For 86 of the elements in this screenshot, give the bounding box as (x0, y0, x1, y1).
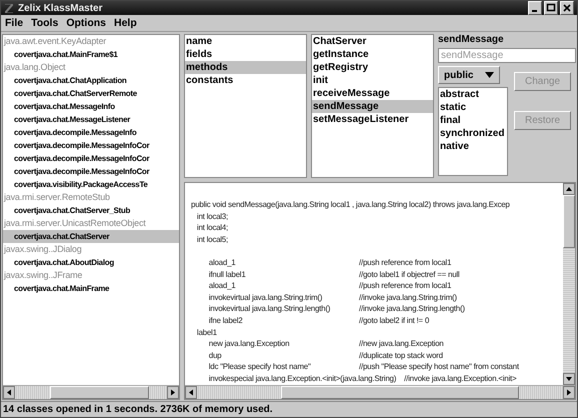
member-name-label: sendMessage (438, 34, 505, 45)
tree-item[interactable]: covertjava.visibility.PackageAccessTe (14, 178, 148, 191)
scrollbar-thumb[interactable] (563, 195, 575, 248)
tree-group[interactable]: java.rmi.server.RemoteStub (3, 191, 179, 204)
menu-item[interactable]: Tools (31, 17, 58, 29)
code-text: new java.lang.Exception (208, 338, 290, 350)
code-text: ifne label2 (208, 314, 244, 327)
tree-item[interactable]: covertjava.chat.ChatServer (3, 230, 179, 243)
scroll-left-button[interactable] (185, 386, 197, 399)
code-comment: //push reference from local1 (359, 256, 452, 269)
member-item[interactable]: getInstance (312, 48, 433, 61)
tree-item[interactable]: covertjava.chat.ChatApplication (14, 74, 127, 87)
category-item[interactable]: methods (185, 61, 306, 74)
code-text: invokevirtual java.lang.String.trim() (208, 292, 324, 304)
modifier-item[interactable]: native (439, 140, 507, 153)
menu-item[interactable]: Help (114, 17, 137, 29)
code-comment: //goto label1 if objectref == null (359, 268, 460, 280)
tree-item[interactable]: covertjava.decompile.MessageInfoCor (14, 139, 150, 152)
menu-item[interactable]: Options (66, 17, 106, 29)
maximize-button[interactable] (544, 1, 558, 15)
tree-group[interactable]: java.rmi.server.UnicastRemoteObject (3, 217, 179, 230)
tree-item[interactable]: covertjava.decompile.MessageInfoCor (14, 165, 150, 178)
vertical-scrollbar[interactable] (563, 183, 575, 385)
tree-item[interactable]: covertjava.chat.ChatServerRemote (14, 87, 137, 100)
member-item[interactable]: receiveMessage (312, 87, 433, 100)
scrollbar-thumb[interactable] (281, 386, 520, 399)
access-dropdown[interactable]: public (438, 66, 500, 84)
code-comment: //invoke java.lang.String.trim() (359, 292, 457, 304)
modifier-item[interactable]: synchronized (439, 127, 507, 140)
tree-group[interactable]: javax.swing..JFrame (3, 269, 179, 282)
logo-icon (4, 2, 14, 14)
tree-item[interactable]: covertjava.chat.MainFrame$1 (14, 48, 118, 61)
scroll-right-button[interactable] (167, 386, 179, 399)
code-text: aload_1 (208, 280, 236, 292)
tree-group[interactable]: java.lang.Object (3, 61, 179, 74)
code-comment: //new java.lang.Exception (359, 338, 444, 350)
code-comment: //push "Please specify host name" from constant (359, 361, 519, 373)
code-text: int local3; (196, 210, 228, 222)
code-comment: //duplicate top stack word (359, 350, 443, 362)
member-item[interactable]: getRegistry (312, 61, 433, 74)
member-item[interactable]: init (312, 74, 433, 87)
horizontal-scrollbar[interactable] (185, 385, 575, 399)
category-item[interactable]: constants (185, 74, 306, 87)
member-item[interactable]: sendMessage (312, 100, 433, 113)
tree-item[interactable]: covertjava.decompile.MessageInfoCor (14, 152, 150, 165)
minimize-button[interactable] (528, 1, 542, 15)
tree-item[interactable]: covertjava.decompile.MessageInfo (14, 126, 136, 139)
code-comment: //push reference from local1 (359, 280, 452, 292)
category-item[interactable]: name (185, 35, 306, 48)
member-item[interactable]: setMessageListener (312, 113, 433, 126)
scroll-up-button[interactable] (563, 183, 575, 195)
scroll-down-button[interactable] (563, 373, 575, 385)
code-text: int local5; (196, 234, 228, 246)
code-comment: //invoke java.lang.String.length() (359, 303, 465, 315)
member-item[interactable]: ChatServer (312, 35, 433, 48)
code-text: public void sendMessage(java.lang.String local1 , java.lang.String local2) throws java.lang.Excep (191, 199, 510, 211)
menu-item[interactable]: File (5, 17, 24, 29)
tree-group[interactable]: javax.swing..JDialog (3, 243, 179, 256)
status-bar: 14 classes opened in 1 seconds. 2736K of memory used. (1, 401, 577, 417)
modifier-item[interactable]: abstract (439, 88, 507, 101)
dropdown-arrow-icon (485, 72, 494, 78)
tree-item[interactable]: covertjava.chat.AboutDialog (14, 256, 114, 269)
tree-item[interactable]: covertjava.chat.ChatServer_Stub (14, 204, 130, 217)
close-button[interactable] (560, 1, 574, 15)
window-title: Zelix KlassMaster (18, 2, 102, 14)
modifier-item[interactable]: final (439, 114, 507, 127)
code-text: dup (208, 350, 222, 362)
scrollbar-thumb[interactable] (50, 386, 149, 399)
tree-item[interactable]: covertjava.chat.MessageListener (14, 113, 130, 126)
horizontal-scrollbar[interactable] (3, 385, 179, 399)
modifier-item[interactable]: static (439, 101, 507, 114)
code-text: aload_1 (208, 256, 236, 269)
code-text: invokespecial java.lang.Exception.<init>(java.lang.String) (208, 372, 396, 384)
code-text: int local4; (196, 222, 228, 234)
code-text: ifnull label1 (208, 268, 247, 280)
tree-group[interactable]: java.awt.event.KeyAdapter (3, 35, 179, 48)
category-item[interactable]: fields (185, 48, 306, 61)
tree-item[interactable]: covertjava.chat.MessageInfo (14, 100, 115, 113)
tree-item[interactable]: covertjava.chat.MainFrame (14, 282, 110, 295)
code-comment: //invoke java.lang.Exception.<init> (404, 372, 516, 384)
scroll-right-button[interactable] (563, 386, 575, 399)
code-comment: //goto label2 if int != 0 (359, 314, 430, 327)
code-text: invokevirtual java.lang.String.length() (208, 303, 332, 315)
code-text: label1 (196, 326, 217, 338)
code-text: ldc "Please specify host name" (208, 361, 312, 373)
scroll-left-button[interactable] (3, 386, 15, 399)
